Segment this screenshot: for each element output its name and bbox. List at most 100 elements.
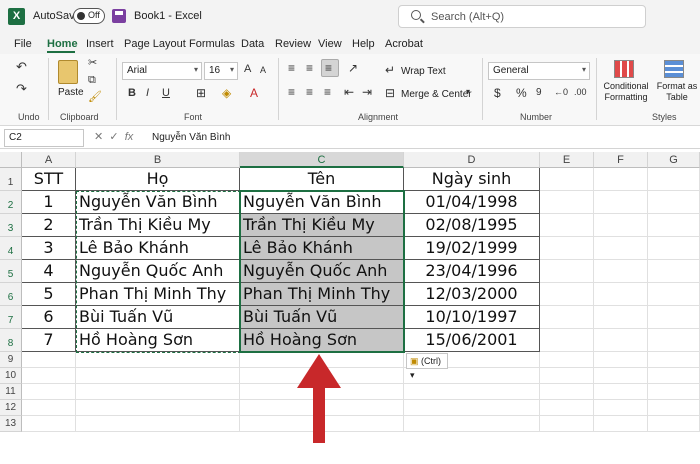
select-all-corner[interactable]: [0, 152, 22, 168]
tab-page-layout[interactable]: Page Layout: [124, 38, 186, 50]
fx-icon[interactable]: fx: [125, 131, 134, 143]
cell-d2[interactable]: 01/04/1998: [404, 191, 540, 214]
search-box[interactable]: Search (Alt+Q): [398, 5, 646, 28]
chevron-down-icon[interactable]: ▾: [466, 88, 470, 96]
cell-g2[interactable]: [648, 191, 700, 214]
cell-b2[interactable]: Nguyễn Văn Bình: [76, 191, 240, 214]
cell-d6[interactable]: 12/03/2000: [404, 283, 540, 306]
cell-e8[interactable]: [540, 329, 594, 352]
cell-e13[interactable]: [540, 416, 594, 432]
bold-icon[interactable]: B: [128, 88, 136, 99]
cell-b10[interactable]: [76, 368, 240, 384]
column-header-e[interactable]: E: [540, 152, 594, 168]
row-header-10[interactable]: 10: [0, 368, 22, 384]
align-right-icon[interactable]: ≡: [324, 86, 331, 98]
row-header-2[interactable]: 2: [0, 191, 22, 214]
cell-g7[interactable]: [648, 306, 700, 329]
tab-help[interactable]: Help: [352, 38, 375, 50]
paste-label[interactable]: Paste: [58, 87, 84, 98]
cell-c4[interactable]: Lê Bảo Khánh: [240, 237, 404, 260]
row-header-12[interactable]: 12: [0, 400, 22, 416]
cell-g9[interactable]: [648, 352, 700, 368]
cell-c1[interactable]: Tên: [240, 168, 404, 191]
cell-b8[interactable]: Hồ Hoàng Sơn: [76, 329, 240, 352]
row-header-1[interactable]: 1: [0, 168, 22, 191]
increase-indent-icon[interactable]: ⇥: [362, 86, 372, 98]
tab-formulas[interactable]: Formulas: [189, 38, 235, 50]
cancel-icon[interactable]: ✕: [94, 131, 103, 143]
name-box[interactable]: C2: [4, 129, 84, 147]
redo-icon[interactable]: ↷: [16, 82, 27, 95]
enter-icon[interactable]: ✓: [109, 131, 118, 143]
cell-a1[interactable]: STT: [22, 168, 76, 191]
cell-e10[interactable]: [540, 368, 594, 384]
cell-c8[interactable]: Hồ Hoàng Sơn: [240, 329, 404, 352]
cell-b3[interactable]: Trần Thị Kiều My: [76, 214, 240, 237]
middle-align-icon[interactable]: ≡: [306, 62, 313, 74]
cell-f11[interactable]: [594, 384, 648, 400]
comma-icon[interactable]: 9: [536, 88, 542, 98]
column-header-d[interactable]: D: [404, 152, 540, 168]
increase-font-icon[interactable]: A: [244, 64, 251, 75]
decrease-indent-icon[interactable]: ⇤: [344, 86, 354, 98]
cell-d12[interactable]: [404, 400, 540, 416]
cell-e12[interactable]: [540, 400, 594, 416]
cell-b5[interactable]: Nguyễn Quốc Anh: [76, 260, 240, 283]
cell-b12[interactable]: [76, 400, 240, 416]
cell-g1[interactable]: [648, 168, 700, 191]
column-header-c[interactable]: C: [240, 152, 404, 168]
font-color-icon[interactable]: A: [250, 87, 258, 99]
format-painter-icon[interactable]: 🖌: [88, 92, 102, 103]
cell-b1[interactable]: Họ: [76, 168, 240, 191]
cell-g12[interactable]: [648, 400, 700, 416]
cell-b7[interactable]: Bùi Tuấn Vũ: [76, 306, 240, 329]
align-left-icon[interactable]: ≡: [288, 86, 295, 98]
cell-d7[interactable]: 10/10/1997: [404, 306, 540, 329]
currency-icon[interactable]: $: [494, 87, 501, 99]
tab-data[interactable]: Data: [241, 38, 264, 50]
cell-g3[interactable]: [648, 214, 700, 237]
cell-a10[interactable]: [22, 368, 76, 384]
number-format-select[interactable]: General ▾: [488, 62, 590, 80]
undo-icon[interactable]: ↶: [16, 60, 27, 73]
worksheet-grid[interactable]: A B C D E F G 1 STT Họ Tên Ngày sinh 2 1 Nguyễn…: [0, 152, 700, 464]
cell-b4[interactable]: Lê Bảo Khánh: [76, 237, 240, 260]
cell-f7[interactable]: [594, 306, 648, 329]
save-icon[interactable]: [112, 9, 126, 23]
decrease-font-icon[interactable]: A: [260, 66, 266, 75]
font-name-select[interactable]: Arial ▾: [122, 62, 202, 80]
cell-f1[interactable]: [594, 168, 648, 191]
paste-options-button[interactable]: ▣ (Ctrl) ▾: [406, 353, 448, 380]
cell-g8[interactable]: [648, 329, 700, 352]
cell-e3[interactable]: [540, 214, 594, 237]
borders-icon[interactable]: ⊞: [196, 87, 206, 99]
cell-f6[interactable]: [594, 283, 648, 306]
format-as-table-button[interactable]: Format as Table: [656, 81, 698, 103]
cell-a6[interactable]: 5: [22, 283, 76, 306]
cell-a13[interactable]: [22, 416, 76, 432]
row-header-13[interactable]: 13: [0, 416, 22, 432]
merge-center-button[interactable]: Merge & Center: [401, 89, 472, 100]
paste-icon[interactable]: [58, 60, 78, 84]
percent-icon[interactable]: %: [516, 87, 527, 99]
cell-e4[interactable]: [540, 237, 594, 260]
tab-acrobat[interactable]: Acrobat: [385, 38, 423, 50]
cell-f8[interactable]: [594, 329, 648, 352]
italic-icon[interactable]: I: [146, 88, 149, 99]
cell-f10[interactable]: [594, 368, 648, 384]
cell-d11[interactable]: [404, 384, 540, 400]
align-center-icon[interactable]: ≡: [306, 86, 313, 98]
cell-a2[interactable]: 1: [22, 191, 76, 214]
cell-c5[interactable]: Nguyễn Quốc Anh: [240, 260, 404, 283]
autosave-toggle[interactable]: Off: [73, 8, 105, 24]
cell-f12[interactable]: [594, 400, 648, 416]
cell-a3[interactable]: 2: [22, 214, 76, 237]
tab-file[interactable]: File: [14, 38, 32, 50]
row-header-4[interactable]: 4: [0, 237, 22, 260]
cell-b9[interactable]: [76, 352, 240, 368]
row-header-7[interactable]: 7: [0, 306, 22, 329]
cell-f13[interactable]: [594, 416, 648, 432]
orientation-icon[interactable]: ↗: [348, 62, 358, 74]
cell-d13[interactable]: [404, 416, 540, 432]
cell-d5[interactable]: 23/04/1996: [404, 260, 540, 283]
